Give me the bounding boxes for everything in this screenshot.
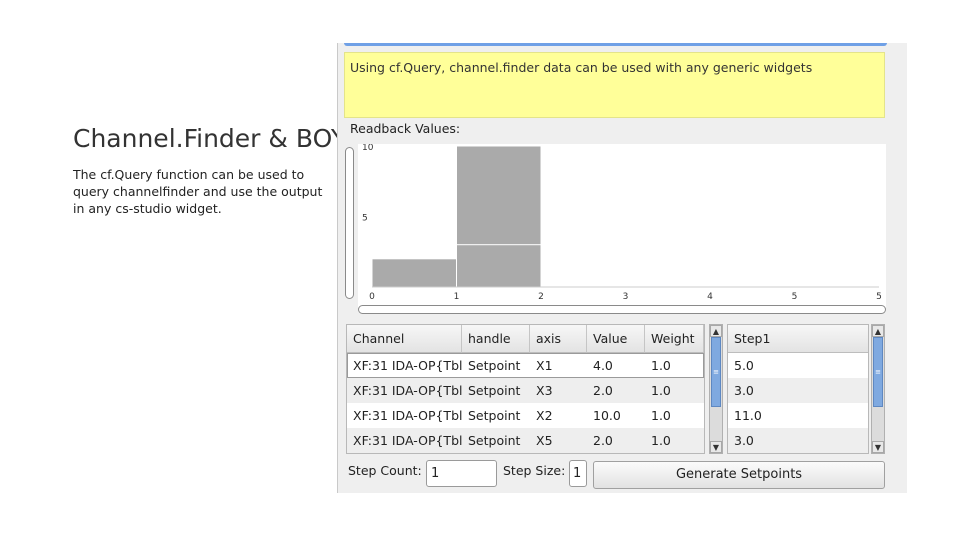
scroll-down-icon[interactable]: ▼ bbox=[710, 441, 722, 453]
column-header-handle[interactable]: handle bbox=[462, 325, 530, 353]
axis-cell[interactable]: X3 bbox=[530, 378, 587, 403]
readback-chart-svg: 0 1 2 3 4 5 5 10 5 bbox=[362, 144, 882, 302]
handle-cell[interactable]: Setpoint bbox=[462, 378, 530, 403]
value-cell[interactable]: 4.0 bbox=[587, 353, 645, 378]
channel-cell[interactable]: XF:31 IDA-OP{Tbl bbox=[347, 403, 462, 428]
weight-cell[interactable]: 1.0 bbox=[645, 428, 704, 453]
scroll-up-icon[interactable]: ▲ bbox=[872, 325, 884, 337]
table-row[interactable]: XF:31 IDA-OP{Tbl Setpoint X3 2.0 1.0 bbox=[347, 378, 704, 403]
x-tick-label: 5 bbox=[876, 292, 882, 302]
grip-icon: ≡ bbox=[875, 368, 881, 376]
handle-cell[interactable]: Setpoint bbox=[462, 353, 530, 378]
y-tick-label: 10 bbox=[362, 144, 374, 153]
column-header-weight[interactable]: Weight bbox=[645, 325, 704, 353]
y-tick-label: 5 bbox=[362, 214, 368, 224]
channel-cell[interactable]: XF:31 IDA-OP{Tbl bbox=[347, 428, 462, 453]
table-row[interactable]: 11.0 bbox=[728, 403, 868, 428]
x-tick-label: 4 bbox=[707, 292, 713, 302]
step-cell[interactable]: 3.0 bbox=[728, 428, 868, 453]
channel-cell[interactable]: XF:31 IDA-OP{Tbl bbox=[347, 378, 462, 403]
channel-cell[interactable]: XF:31 IDA-OP{Tbl bbox=[347, 353, 462, 378]
axis-cell[interactable]: X5 bbox=[530, 428, 587, 453]
chart-horizontal-scrollbar[interactable] bbox=[358, 305, 886, 314]
x-tick-label: 3 bbox=[623, 292, 629, 302]
table-row[interactable]: XF:31 IDA-OP{Tbl Setpoint X2 10.0 1.0 bbox=[347, 403, 704, 428]
x-tick-label: 1 bbox=[454, 292, 460, 302]
chart-bar bbox=[456, 244, 542, 288]
table-row[interactable]: 5.0 bbox=[728, 353, 868, 378]
step-size-input[interactable]: 1 bbox=[569, 460, 587, 487]
chart-vertical-scrollbar[interactable] bbox=[345, 147, 354, 299]
step-count-input[interactable]: 1 bbox=[426, 460, 497, 487]
table-scrollbar[interactable]: ▲ ≡ ▼ bbox=[709, 324, 723, 454]
x-tick-label: 5 bbox=[792, 292, 798, 302]
step-table-scrollbar[interactable]: ▲ ≡ ▼ bbox=[871, 324, 885, 454]
weight-cell[interactable]: 1.0 bbox=[645, 378, 704, 403]
weight-cell[interactable]: 1.0 bbox=[645, 353, 704, 378]
info-note-text: Using cf.Query, channel.finder data can … bbox=[350, 60, 813, 75]
scroll-thumb[interactable]: ≡ bbox=[873, 337, 883, 407]
slide-body-text: The cf.Query function can be used to que… bbox=[73, 167, 323, 216]
table-row[interactable]: 3.0 bbox=[728, 428, 868, 453]
step-cell[interactable]: 11.0 bbox=[728, 403, 868, 428]
scroll-thumb[interactable]: ≡ bbox=[711, 337, 721, 407]
slide-title: Channel.Finder & BOY bbox=[73, 124, 347, 153]
channel-table[interactable]: Channel handle axis Value Weight XF:31 I… bbox=[346, 324, 705, 454]
info-note: Using cf.Query, channel.finder data can … bbox=[344, 52, 885, 118]
chart-bar bbox=[371, 258, 457, 288]
column-header-value[interactable]: Value bbox=[587, 325, 645, 353]
table-row[interactable]: 3.0 bbox=[728, 378, 868, 403]
x-tick-label: 0 bbox=[369, 292, 375, 302]
value-cell[interactable]: 2.0 bbox=[587, 428, 645, 453]
step-size-label: Step Size: bbox=[503, 463, 566, 478]
step-cell[interactable]: 3.0 bbox=[728, 378, 868, 403]
handle-cell[interactable]: Setpoint bbox=[462, 403, 530, 428]
panel-top-border bbox=[344, 43, 887, 46]
scroll-down-icon[interactable]: ▼ bbox=[872, 441, 884, 453]
column-header-step1[interactable]: Step1 bbox=[728, 325, 868, 353]
table-row[interactable]: XF:31 IDA-OP{Tbl Setpoint X1 4.0 1.0 bbox=[347, 353, 704, 378]
x-tick-label: 2 bbox=[538, 292, 544, 302]
table-row[interactable]: XF:31 IDA-OP{Tbl Setpoint X5 2.0 1.0 bbox=[347, 428, 704, 453]
handle-cell[interactable]: Setpoint bbox=[462, 428, 530, 453]
axis-cell[interactable]: X2 bbox=[530, 403, 587, 428]
value-cell[interactable]: 10.0 bbox=[587, 403, 645, 428]
weight-cell[interactable]: 1.0 bbox=[645, 403, 704, 428]
step-count-label: Step Count: bbox=[348, 463, 422, 478]
axis-cell[interactable]: X1 bbox=[530, 353, 587, 378]
scroll-up-icon[interactable]: ▲ bbox=[710, 325, 722, 337]
step-cell[interactable]: 5.0 bbox=[728, 353, 868, 378]
cs-studio-panel: Using cf.Query, channel.finder data can … bbox=[337, 43, 907, 493]
grip-icon: ≡ bbox=[713, 368, 719, 376]
column-header-axis[interactable]: axis bbox=[530, 325, 587, 353]
value-cell[interactable]: 2.0 bbox=[587, 378, 645, 403]
step-table[interactable]: Step1 5.0 3.0 11.0 3.0 bbox=[727, 324, 869, 454]
generate-setpoints-button[interactable]: Generate Setpoints bbox=[593, 461, 885, 489]
readback-chart: 0 1 2 3 4 5 5 10 5 bbox=[358, 144, 886, 308]
column-header-channel[interactable]: Channel bbox=[347, 325, 462, 353]
readback-label: Readback Values: bbox=[350, 121, 461, 136]
